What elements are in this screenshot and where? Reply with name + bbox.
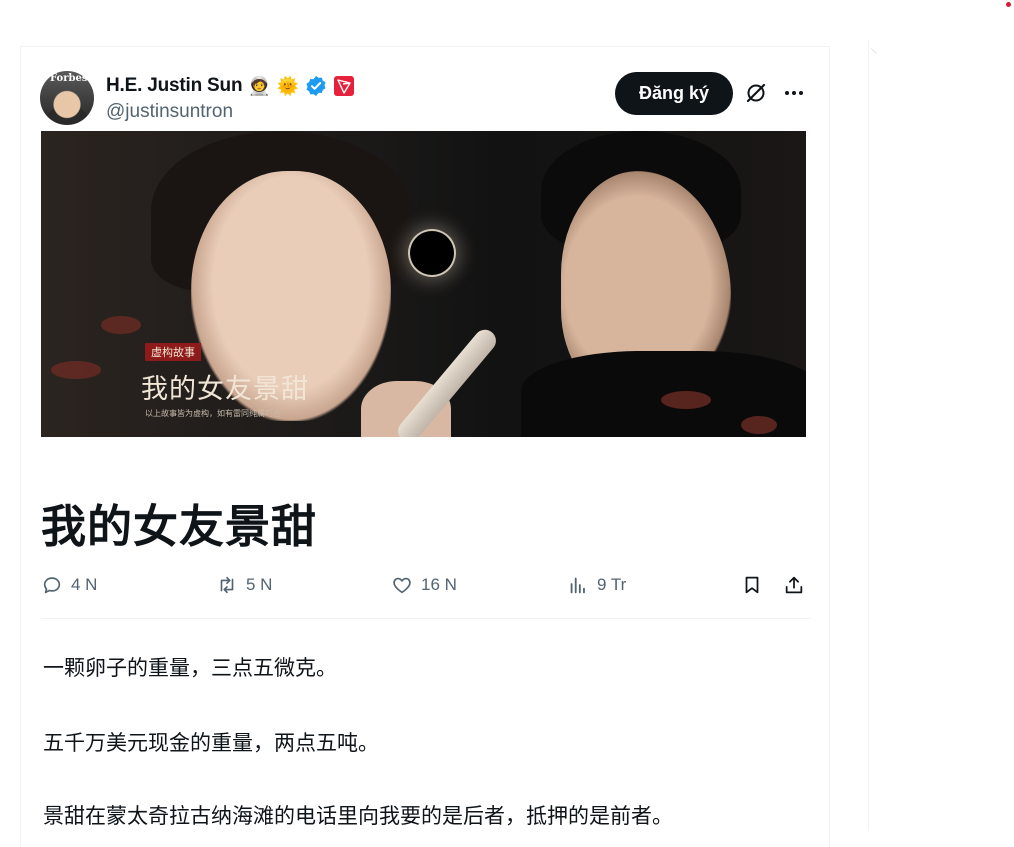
repost-button[interactable]: 5 N <box>216 569 272 601</box>
article-paragraph: 五千万美元现金的重量，两点五吨。 <box>43 732 379 755</box>
astronaut-emoji-icon: 🧑‍🚀 <box>248 76 271 96</box>
reply-button[interactable]: 4 N <box>41 569 97 601</box>
cover-tag: 虚构故事 <box>145 343 201 361</box>
reply-count: 4 N <box>71 575 98 594</box>
notification-dot <box>1006 2 1011 7</box>
repost-count: 5 N <box>246 575 273 594</box>
sidebar-divider <box>868 40 869 831</box>
more-icon[interactable] <box>782 81 806 105</box>
bookmark-icon <box>745 576 759 594</box>
like-count: 16 N <box>421 575 457 594</box>
verified-badge-icon[interactable] <box>305 75 327 97</box>
views-count: 9 Tr <box>597 575 627 594</box>
cover-note: 以上故事皆为虚构，如有雷同纯属巧合 <box>145 409 281 418</box>
cover-image[interactable]: 虚构故事 我的女友景甜 以上故事皆为虚构，如有雷同纯属巧合 <box>41 131 806 437</box>
author-name-row: H.E. Justin Sun 🧑‍🚀 🌞 <box>106 73 355 99</box>
share-icon <box>785 576 803 594</box>
article-title: 我的女友景甜 <box>41 501 318 552</box>
sun-emoji-icon: 🌞 <box>276 76 300 96</box>
grok-icon[interactable] <box>744 81 768 105</box>
tron-logo-icon <box>334 76 355 96</box>
cover-title: 我的女友景甜 <box>141 374 309 405</box>
repost-icon <box>220 576 234 594</box>
share-button[interactable] <box>783 569 805 601</box>
action-divider <box>41 618 811 619</box>
subscribe-button[interactable]: Đăng ký <box>615 72 733 115</box>
like-button[interactable]: 16 N <box>391 569 457 601</box>
cover-leaf <box>661 391 711 409</box>
article-paragraph: 一颗卵子的重量，三点五微克。 <box>43 657 337 680</box>
cover-leaf <box>51 361 101 379</box>
cover-leaf <box>101 316 141 334</box>
views-button[interactable]: 9 Tr <box>567 569 626 601</box>
author-handle[interactable]: @justinsuntron <box>106 101 233 123</box>
author-display-name[interactable]: H.E. Justin Sun <box>106 75 243 97</box>
avatar-forbes-text: Forbes <box>50 73 88 84</box>
action-bar: 4 N 5 N 16 N 9 Tr <box>41 569 811 601</box>
article-paragraph: 景甜在蒙太奇拉古纳海滩的电话里向我要的是后者，抵押的是前者。 <box>43 805 673 828</box>
analytics-icon <box>570 577 585 594</box>
cover-leaf <box>741 416 777 434</box>
reply-icon <box>43 577 61 594</box>
heart-icon <box>393 577 411 594</box>
avatar[interactable]: Forbes <box>40 71 94 125</box>
article-header: Forbes H.E. Justin Sun 🧑‍🚀 🌞 @justinsunt… <box>40 71 810 127</box>
sidebar-notch <box>870 41 883 55</box>
cover-eclipse <box>410 231 454 275</box>
bookmark-button[interactable] <box>741 569 763 601</box>
